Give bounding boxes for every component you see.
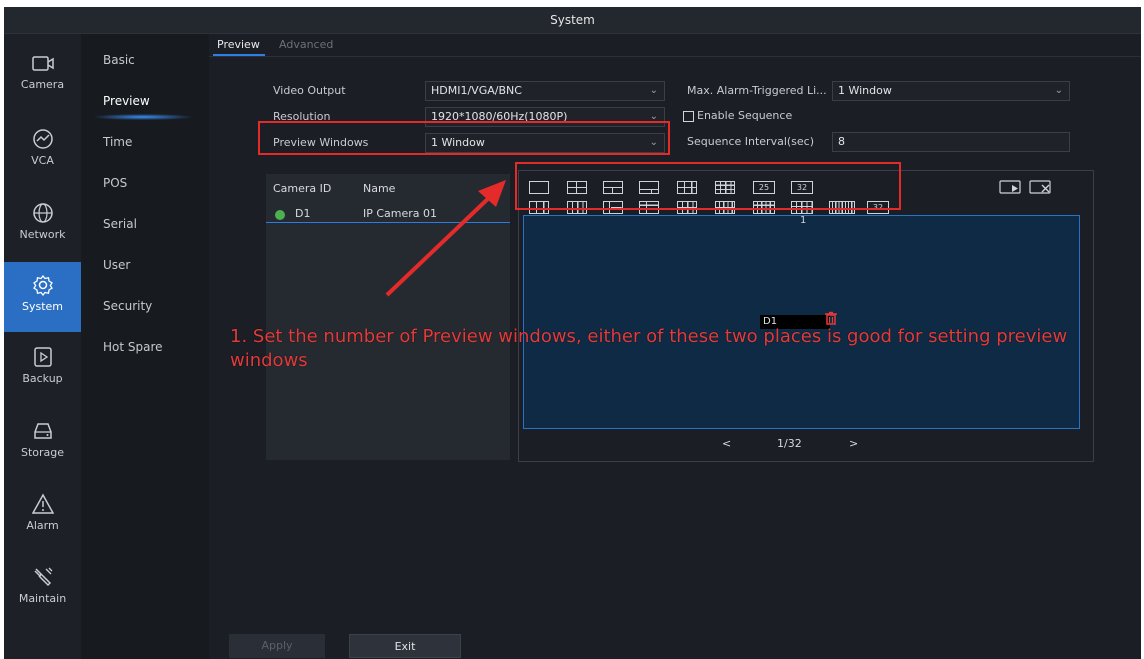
tab-preview[interactable]: Preview [217,38,260,51]
tab-bar: Preview Advanced [209,34,1141,57]
subnav-item-security[interactable]: Security [103,299,152,313]
window-title: System [4,7,1141,34]
nav-item-backup[interactable]: Backup [4,334,81,400]
nav-item-camera[interactable]: Camera [4,42,81,108]
nav-label-vca: VCA [31,154,54,167]
subnav-item-preview[interactable]: Preview [103,94,150,108]
chevron-down-icon: ⌄ [649,85,658,96]
camera-id-header: Camera ID [273,182,332,195]
subnav-item-serial[interactable]: Serial [103,217,137,231]
nav-item-network[interactable]: Network [4,190,81,256]
nav-label-backup: Backup [22,372,63,385]
layout-tools [999,179,1055,199]
pager: < 1/32 > [519,437,1093,453]
annotation-text: 1. Set the number of Preview windows, ei… [230,326,1068,371]
nav-label-network: Network [19,228,66,241]
subnav-item-basic[interactable]: Basic [103,53,135,67]
nav-label-alarm: Alarm [26,519,59,532]
nav-item-alarm[interactable]: Alarm [4,481,81,547]
video-output-select[interactable]: HDMI1/VGA/BNC ⌄ [425,81,665,101]
subnav-item-pos[interactable]: POS [103,176,127,190]
chevron-down-icon: ⌄ [1054,85,1063,96]
subnav-item-hot-spare[interactable]: Hot Spare [103,340,163,354]
subnav-active-indicator [95,114,191,120]
tab-active-indicator [213,54,265,56]
wrench-icon [33,567,52,587]
enable-sequence-checkbox[interactable] [683,111,694,122]
window-number: 1 [800,215,807,226]
row-selection-line [266,222,510,223]
trash-icon[interactable] [824,311,838,325]
vca-icon [32,129,53,149]
nav-label-storage: Storage [20,446,65,459]
layout-icons-highlight [515,162,901,210]
video-output-value: HDMI1/VGA/BNC [431,84,522,97]
sub-nav: Basic Preview Time POS Serial User Secur… [81,34,209,659]
subnav-item-time[interactable]: Time [103,135,132,149]
gear-icon [32,274,53,296]
camera-list: Camera ID Name D1 IP Camera 01 [266,174,510,460]
backup-icon [33,347,52,367]
prev-page-button[interactable]: < [722,437,731,450]
alarm-icon [31,493,54,514]
camera-id-cell[interactable]: D1 [295,207,310,220]
max-alarm-select[interactable]: 1 Window ⌄ [832,81,1070,101]
camera-name-cell[interactable]: IP Camera 01 [363,207,437,220]
start-sequence-icon[interactable] [999,180,1021,194]
max-alarm-label: Max. Alarm-Triggered Li... [687,84,827,97]
video-output-label: Video Output [273,84,346,97]
tab-advanced[interactable]: Advanced [279,38,333,51]
camera-icon [31,56,54,71]
enable-sequence-label: Enable Sequence [697,109,793,122]
app-window: System Camera VCA Network System Backup … [4,7,1141,659]
online-status-icon [275,210,285,220]
exit-button[interactable]: Exit [349,634,461,658]
max-alarm-value: 1 Window [838,84,892,97]
storage-icon [33,423,52,439]
page-indicator: 1/32 [777,437,802,450]
camera-name-header: Name [363,182,396,195]
nav-label-camera: Camera [20,78,65,91]
nav-label-system: System [21,300,64,313]
sequence-interval-label: Sequence Interval(sec) [687,135,815,148]
nav-item-storage[interactable]: Storage [4,408,81,474]
clear-sequence-icon[interactable] [1029,180,1051,194]
network-icon [32,203,53,223]
nav-item-vca[interactable]: VCA [4,116,81,182]
next-page-button[interactable]: > [849,437,858,450]
main-nav: Camera VCA Network System Backup Storage… [4,34,81,659]
sequence-interval-input[interactable]: 8 [832,132,1070,152]
sequence-interval-value: 8 [838,135,845,148]
nav-item-system[interactable]: System [4,262,81,332]
preview-windows-highlight [258,121,670,155]
preview-layout-panel: 25 32 32 1 D1 < 1/32 > [518,170,1094,462]
apply-button[interactable]: Apply [229,634,325,658]
nav-label-maintain: Maintain [18,592,67,605]
subnav-item-user[interactable]: User [103,258,130,272]
preview-window-area[interactable]: 1 D1 [523,215,1080,429]
nav-item-maintain[interactable]: Maintain [4,554,81,620]
